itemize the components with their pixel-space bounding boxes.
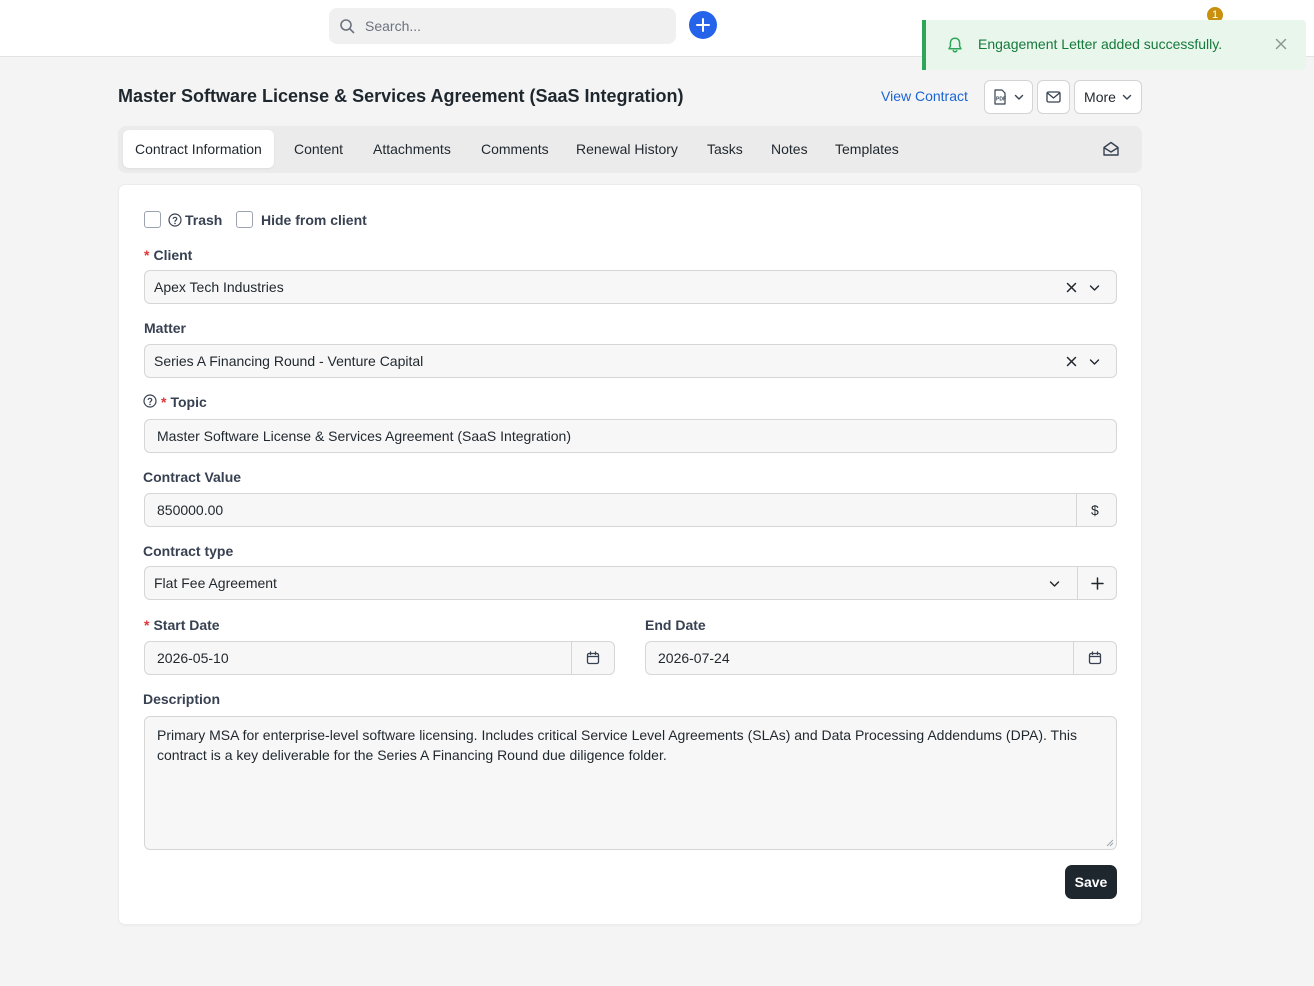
calendar-icon[interactable] [586, 651, 600, 665]
plus-icon [696, 18, 710, 32]
tab-contract-information[interactable]: Contract Information [123, 130, 274, 168]
topic-value: Master Software License & Services Agree… [157, 428, 571, 444]
plus-icon[interactable] [1091, 577, 1104, 590]
chevron-down-icon[interactable] [1049, 579, 1060, 589]
end-date-value: 2026-07-24 [658, 650, 730, 666]
tab-bar: Contract Information Content Attachments… [118, 126, 1142, 173]
input-addon-divider [571, 642, 572, 674]
email-button[interactable] [1037, 80, 1070, 114]
contract-value-value: 850000.00 [157, 502, 224, 518]
matter-value: Series A Financing Round - Venture Capit… [154, 353, 424, 369]
client-select[interactable]: Apex Tech Industries [144, 270, 1117, 304]
search-icon [340, 19, 355, 34]
matter-select[interactable]: Series A Financing Round - Venture Capit… [144, 344, 1117, 378]
tab-comments[interactable]: Comments [469, 130, 561, 168]
search-input[interactable] [365, 8, 665, 44]
chevron-down-icon[interactable] [1089, 283, 1100, 293]
trash-checkbox[interactable] [144, 211, 161, 228]
client-value: Apex Tech Industries [154, 279, 284, 295]
end-date-label: End Date [645, 617, 706, 633]
toast-message: Engagement Letter added successfully. [978, 36, 1223, 52]
start-date-label: * Start Date [144, 617, 220, 633]
start-date-input[interactable]: 2026-05-10 [144, 641, 615, 675]
currency-symbol: $ [1091, 502, 1099, 518]
contract-value-input[interactable]: 850000.00 $ [144, 493, 1117, 527]
bell-icon [948, 37, 962, 53]
page-title: Master Software License & Services Agree… [118, 86, 684, 106]
client-label: * Client [144, 247, 193, 263]
help-icon[interactable] [168, 213, 182, 227]
tab-content[interactable]: Content [282, 130, 355, 168]
contract-type-label: Contract type [143, 543, 234, 559]
chevron-down-icon [1122, 94, 1132, 100]
hide-from-client-label: Hide from client [261, 212, 367, 228]
description-label: Description [143, 691, 221, 707]
help-icon[interactable] [143, 394, 157, 408]
description-value: Primary MSA for enterprise-level softwar… [157, 727, 1077, 763]
add-new-button[interactable] [689, 11, 717, 39]
chevron-down-icon[interactable] [1089, 357, 1100, 367]
envelope-open-icon[interactable] [1102, 140, 1120, 158]
mail-icon [1046, 91, 1061, 103]
resize-handle-icon[interactable] [1106, 839, 1114, 847]
clear-icon[interactable] [1066, 356, 1077, 367]
topic-input[interactable]: Master Software License & Services Agree… [144, 419, 1117, 453]
contract-form-card: Trash Hide from client * Client Apex Tech… [119, 185, 1141, 924]
topic-label: * Topic [161, 394, 207, 410]
more-label: More [1084, 89, 1116, 105]
input-addon-divider [1077, 567, 1078, 599]
contract-type-value: Flat Fee Agreement [154, 575, 277, 591]
chevron-down-icon [1014, 94, 1024, 100]
search-box[interactable] [329, 8, 676, 44]
input-addon-divider [1076, 494, 1077, 526]
matter-label: Matter [144, 320, 187, 336]
svg-text:PDF: PDF [996, 97, 1006, 103]
input-addon-divider [1073, 642, 1074, 674]
end-date-input[interactable]: 2026-07-24 [645, 641, 1117, 675]
contract-value-label: Contract Value [143, 469, 242, 485]
close-icon[interactable] [1274, 37, 1288, 51]
calendar-icon[interactable] [1088, 651, 1102, 665]
success-toast: Engagement Letter added successfully. [922, 20, 1306, 70]
tab-templates[interactable]: Templates [823, 130, 911, 168]
clear-icon[interactable] [1066, 282, 1077, 293]
tab-notes[interactable]: Notes [759, 130, 820, 168]
pdf-icon: PDF [994, 89, 1006, 105]
more-dropdown-button[interactable]: More [1074, 80, 1142, 114]
start-date-value: 2026-05-10 [157, 650, 229, 666]
tab-renewal-history[interactable]: Renewal History [564, 130, 690, 168]
description-textarea[interactable]: Primary MSA for enterprise-level softwar… [144, 716, 1117, 850]
hide-from-client-checkbox[interactable] [236, 211, 253, 228]
view-contract-link[interactable]: View Contract [881, 88, 968, 104]
pdf-dropdown-button[interactable]: PDF [984, 80, 1033, 114]
tab-tasks[interactable]: Tasks [695, 130, 755, 168]
tab-attachments[interactable]: Attachments [361, 130, 463, 168]
contract-type-select[interactable]: Flat Fee Agreement [144, 566, 1117, 600]
save-button[interactable]: Save [1065, 865, 1117, 899]
trash-label: Trash [185, 212, 223, 228]
